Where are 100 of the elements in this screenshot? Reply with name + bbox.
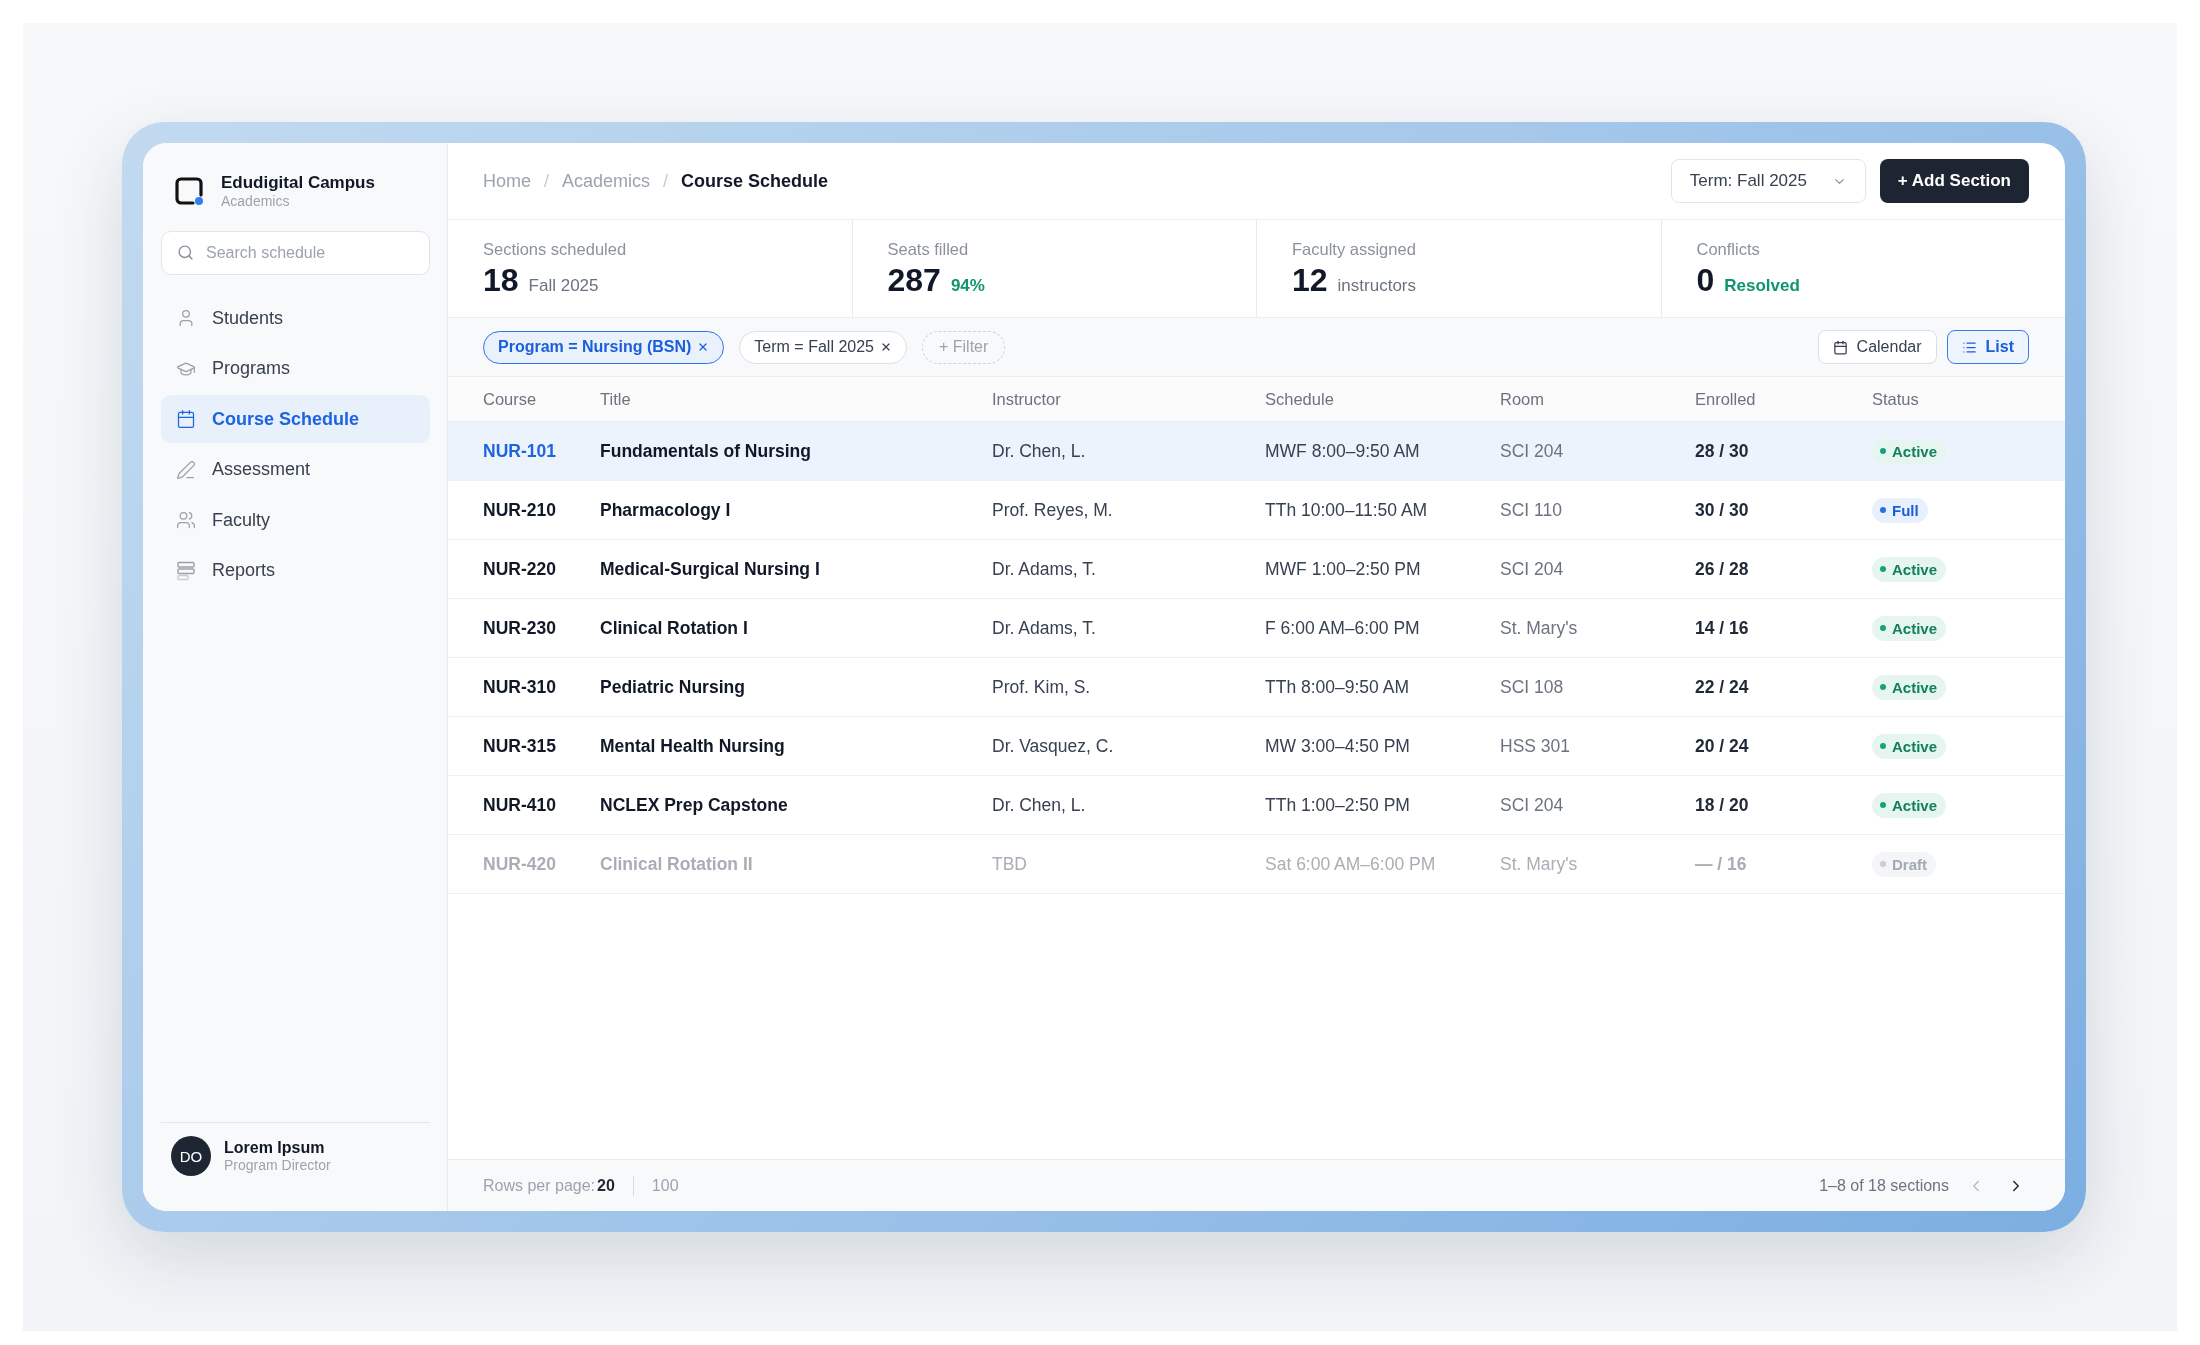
stat-label: Faculty assigned — [1292, 239, 1417, 259]
logo-icon — [174, 176, 204, 206]
nav-item[interactable]: Assessment — [161, 445, 430, 494]
status-dot-icon — [1880, 566, 1886, 572]
stat-value: 287 — [887, 261, 941, 299]
instructor-name: Dr. Chen, L. — [992, 794, 1086, 816]
course-code: NUR-410 — [483, 794, 556, 816]
course-code: NUR-101 — [483, 440, 556, 462]
search-icon — [177, 244, 194, 261]
filter-chip[interactable]: Program = Nursing (BSN) — [483, 330, 725, 364]
enrollment-count: 14 / 16 — [1695, 617, 1749, 639]
nav-item[interactable]: Students — [161, 294, 430, 342]
schedule-time: Sat 6:00 AM–6:00 PM — [1265, 853, 1436, 875]
nav-item[interactable]: Faculty — [161, 496, 430, 544]
instructor-name: Dr. Vasquez, C. — [992, 735, 1114, 757]
view-toggle[interactable]: List — [1946, 330, 2029, 364]
breadcrumb-link[interactable]: Course Schedule — [681, 170, 829, 192]
enrollment-count: 22 / 24 — [1695, 676, 1749, 698]
rows-per-page-label: Rows per page: — [483, 1176, 596, 1195]
search-field[interactable]: Search schedule — [161, 231, 430, 275]
column-header: Enrolled — [1695, 389, 1756, 409]
course-code: NUR-220 — [483, 558, 556, 580]
stat-note: Resolved — [1724, 276, 1800, 296]
table-row[interactable]: NUR-101 Fundamentals of Nursing Dr. Chen, L. MWF 8:00–9:50 AM SCI 204 28 / 30 Active — [448, 422, 2065, 481]
room-name: SCI 110 — [1500, 499, 1562, 521]
enrollment-count: — / 16 — [1695, 853, 1747, 875]
enrollment-count: 18 / 20 — [1695, 794, 1749, 816]
status-dot-icon — [1880, 802, 1886, 808]
room-name: St. Mary's — [1500, 853, 1578, 875]
stacked-bars-icon — [176, 560, 196, 581]
page-size-option[interactable]: 20 — [595, 1176, 617, 1195]
enrollment-count: 28 / 30 — [1695, 440, 1749, 462]
status-dot-icon — [1880, 625, 1886, 631]
column-header: Status — [1872, 389, 1919, 409]
stat-label: Conflicts — [1696, 239, 1761, 259]
filter-chip[interactable]: Term = Fall 2025 — [739, 330, 907, 364]
instructor-name: Dr. Adams, T. — [992, 617, 1096, 639]
instructor-name: Dr. Chen, L. — [992, 440, 1086, 462]
nav-item[interactable]: Course Schedule — [161, 395, 430, 443]
enrollment-count: 30 / 30 — [1695, 499, 1749, 521]
schedule-time: TTh 1:00–2:50 PM — [1265, 794, 1410, 816]
column-header: Instructor — [992, 389, 1061, 409]
room-name: SCI 108 — [1500, 676, 1564, 698]
calendar-icon — [176, 409, 196, 429]
stat-value: 12 — [1292, 261, 1328, 299]
instructor-name: Prof. Kim, S. — [992, 676, 1091, 698]
breadcrumb-separator: / — [544, 170, 550, 192]
breadcrumb-separator: / — [663, 170, 669, 192]
course-code: NUR-315 — [483, 735, 556, 757]
user-name: Lorem Ipsum — [224, 1138, 326, 1157]
status-label: Active — [1892, 796, 1938, 814]
room-name: St. Mary's — [1500, 617, 1578, 639]
column-header: Title — [600, 389, 631, 409]
schedule-time: F 6:00 AM–6:00 PM — [1265, 617, 1420, 639]
nav-item[interactable]: Programs — [161, 344, 430, 393]
status-label: Active — [1892, 737, 1938, 755]
calendar-icon — [1832, 339, 1848, 355]
course-title: Clinical Rotation I — [600, 617, 748, 639]
stat-note: instructors — [1337, 276, 1416, 296]
instructor-name: TBD — [992, 853, 1027, 875]
status-dot-icon — [1880, 743, 1886, 749]
room-name: SCI 204 — [1500, 794, 1564, 816]
course-title: Fundamentals of Nursing — [600, 440, 811, 462]
term-select[interactable]: Term: Fall 2025 — [1670, 159, 1866, 203]
column-header: Schedule — [1265, 389, 1334, 409]
stat-note: 94% — [950, 276, 985, 296]
room-name: SCI 204 — [1500, 558, 1564, 580]
add-section-button[interactable]: + Add Section — [1879, 159, 2029, 203]
brand-name: Edudigital Campus — [221, 172, 375, 193]
status-label: Active — [1892, 560, 1938, 578]
course-code: NUR-310 — [483, 676, 556, 698]
status-label: Draft — [1892, 855, 1927, 873]
room-name: SCI 204 — [1500, 440, 1564, 462]
enrollment-count: 20 / 24 — [1695, 735, 1749, 757]
list-icon — [1961, 339, 1977, 355]
status-label: Active — [1892, 678, 1938, 696]
schedule-time: TTh 8:00–9:50 AM — [1265, 676, 1409, 698]
status-label: Full — [1892, 501, 1919, 519]
schedule-time: MWF 8:00–9:50 AM — [1265, 440, 1420, 462]
schedule-time: TTh 10:00–11:50 AM — [1265, 499, 1428, 521]
course-title: Pediatric Nursing — [600, 676, 745, 698]
course-title: NCLEX Prep Capstone — [600, 794, 788, 816]
brand-subtitle: Academics — [221, 193, 291, 210]
nav-item[interactable]: Reports — [161, 546, 430, 595]
course-code: NUR-210 — [483, 499, 556, 521]
stat-label: Seats filled — [887, 239, 970, 259]
user-role: Program Director — [224, 1157, 331, 1174]
view-toggle[interactable]: Calendar — [1817, 330, 1937, 364]
people-icon — [176, 510, 196, 530]
enrollment-count: 26 / 28 — [1695, 558, 1749, 580]
instructor-name: Dr. Adams, T. — [992, 558, 1096, 580]
course-code: NUR-420 — [483, 853, 556, 875]
course-title: Mental Health Nursing — [600, 735, 785, 757]
avatar: DO — [171, 1136, 211, 1176]
stat-value: 0 — [1696, 261, 1715, 299]
column-header: Course — [483, 389, 537, 409]
instructor-name: Prof. Reyes, M. — [992, 499, 1113, 521]
status-dot-icon — [1880, 861, 1886, 867]
status-dot-icon — [1880, 448, 1886, 454]
status-label: Active — [1892, 442, 1938, 460]
